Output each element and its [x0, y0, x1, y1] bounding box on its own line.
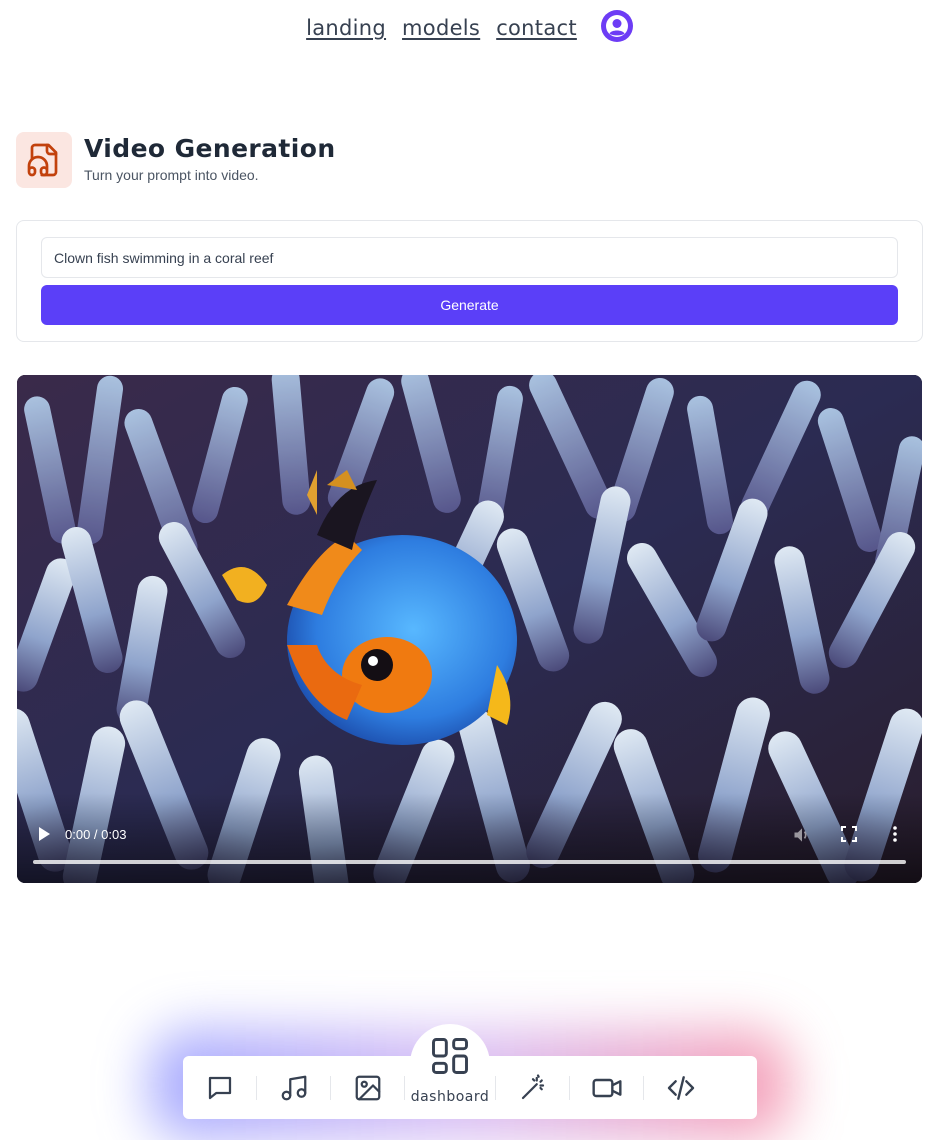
- more-options-icon[interactable]: [886, 825, 904, 843]
- video-controls: 0:00 / 0:03: [17, 813, 922, 883]
- music-file-icon: [27, 143, 58, 177]
- image-icon: [355, 1075, 380, 1100]
- play-icon[interactable]: [35, 825, 53, 843]
- nav-link-landing[interactable]: landing: [306, 16, 386, 40]
- magic-wand-icon: [521, 1073, 544, 1099]
- video-player[interactable]: 0:00 / 0:03: [17, 375, 922, 883]
- avatar[interactable]: [600, 10, 633, 42]
- music-icon: [281, 1075, 306, 1100]
- dock-item-dashboard[interactable]: dashboard: [405, 1024, 495, 1119]
- dock-item-music[interactable]: [257, 1056, 330, 1119]
- code-icon: [667, 1075, 694, 1100]
- page-header: Video Generation Turn your prompt into v…: [16, 132, 336, 188]
- dock-item-magic[interactable]: [496, 1056, 569, 1119]
- nav-link-models[interactable]: models: [402, 16, 480, 40]
- dock-item-video[interactable]: [570, 1056, 643, 1119]
- prompt-card: Generate: [16, 220, 923, 342]
- user-icon: [605, 15, 628, 37]
- volume-icon[interactable]: [792, 825, 812, 845]
- generate-button[interactable]: Generate: [41, 285, 898, 325]
- video-time: 0:00 / 0:03: [65, 827, 127, 842]
- header-icon-box: [16, 132, 72, 188]
- prompt-input[interactable]: [41, 237, 898, 278]
- page-title: Video Generation: [84, 134, 336, 163]
- dock-item-code[interactable]: [644, 1056, 717, 1119]
- dock-item-image[interactable]: [331, 1056, 404, 1119]
- page-subtitle: Turn your prompt into video.: [84, 167, 259, 183]
- video-progress-bar[interactable]: [33, 860, 906, 864]
- nav-link-contact[interactable]: contact: [496, 16, 577, 40]
- dock-item-chat[interactable]: [183, 1056, 256, 1119]
- chat-icon: [208, 1076, 231, 1099]
- dashboard-label: dashboard: [410, 1089, 490, 1105]
- dashboard-icon: [432, 1038, 468, 1074]
- top-nav: landing models contact: [0, 10, 939, 42]
- fullscreen-icon[interactable]: [840, 825, 858, 843]
- bottom-dock: dashboard: [183, 1024, 757, 1119]
- video-icon: [591, 1078, 622, 1097]
